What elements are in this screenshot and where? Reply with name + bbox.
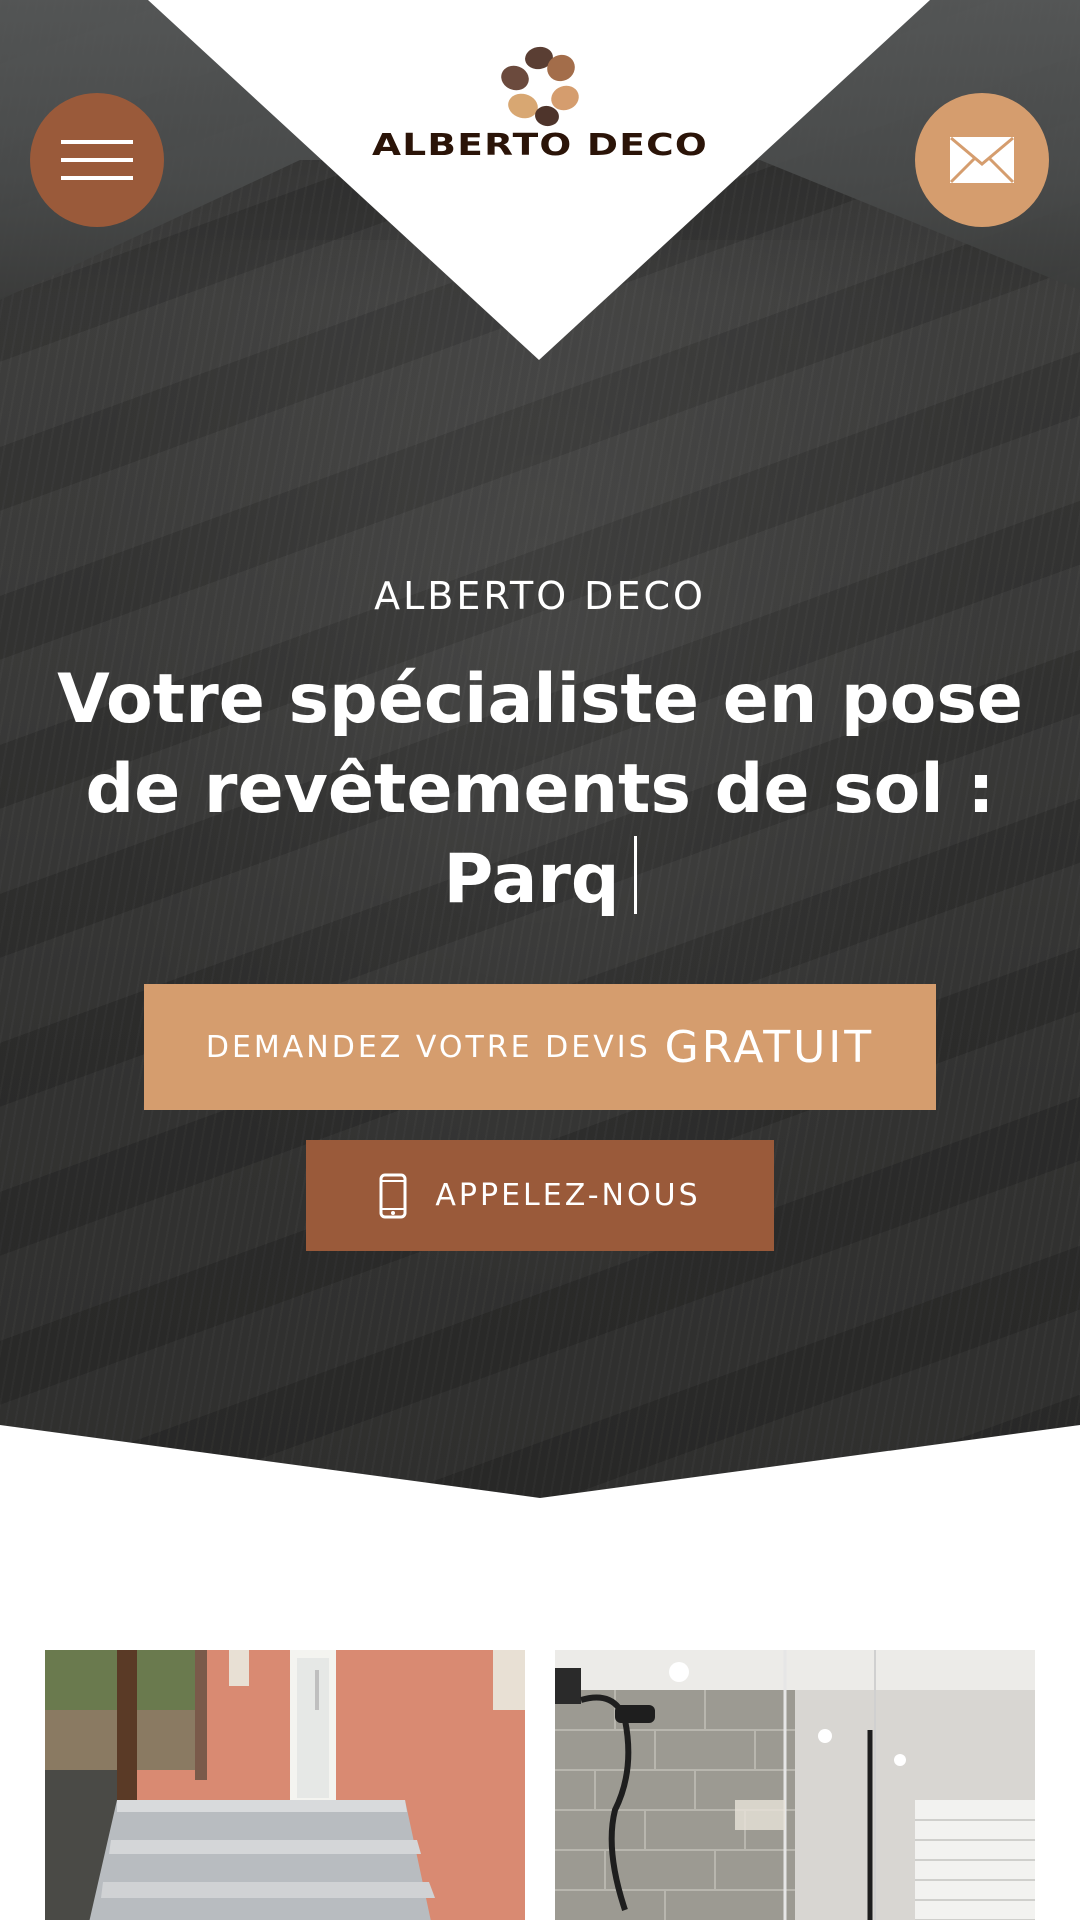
free-quote-label: DEMANDEZ VOTRE DEVIS xyxy=(205,1029,651,1065)
typing-caret xyxy=(633,836,637,914)
exterior-stairs-image xyxy=(45,1650,525,1920)
mail-button[interactable] xyxy=(915,93,1049,227)
site-logo[interactable]: ALBERTO DECO xyxy=(360,44,720,174)
shower-bathroom-photo[interactable] xyxy=(555,1650,1035,1920)
logo-pebbles-icon xyxy=(501,46,579,127)
call-us-button[interactable]: APPELEZ-NOUS xyxy=(306,1140,774,1251)
shower-bathroom-image xyxy=(555,1650,1035,1920)
hero-headline: Votre spécialiste en pose de revêtements… xyxy=(40,655,1040,925)
menu-button[interactable] xyxy=(30,93,164,227)
hamburger-icon xyxy=(61,126,133,194)
free-quote-button[interactable]: DEMANDEZ VOTRE DEVIS GRATUIT xyxy=(144,984,936,1110)
logo-wordmark: ALBERTO DECO xyxy=(372,128,708,163)
page: ALBERTO DECO ALBERTO DECO Votre spéciali… xyxy=(0,0,1080,1920)
hero-typed-text: Parq xyxy=(443,840,620,919)
hero-eyebrow: ALBERTO DECO xyxy=(374,574,706,618)
exterior-stairs-photo[interactable] xyxy=(45,1650,525,1920)
envelope-icon xyxy=(949,136,1015,184)
hero-headline-text: Votre spécialiste en pose de revêtements… xyxy=(57,660,1023,829)
mobile-phone-icon xyxy=(379,1173,407,1218)
call-us-label: APPELEZ-NOUS xyxy=(435,1178,701,1213)
free-quote-emphasis: GRATUIT xyxy=(664,1021,875,1073)
